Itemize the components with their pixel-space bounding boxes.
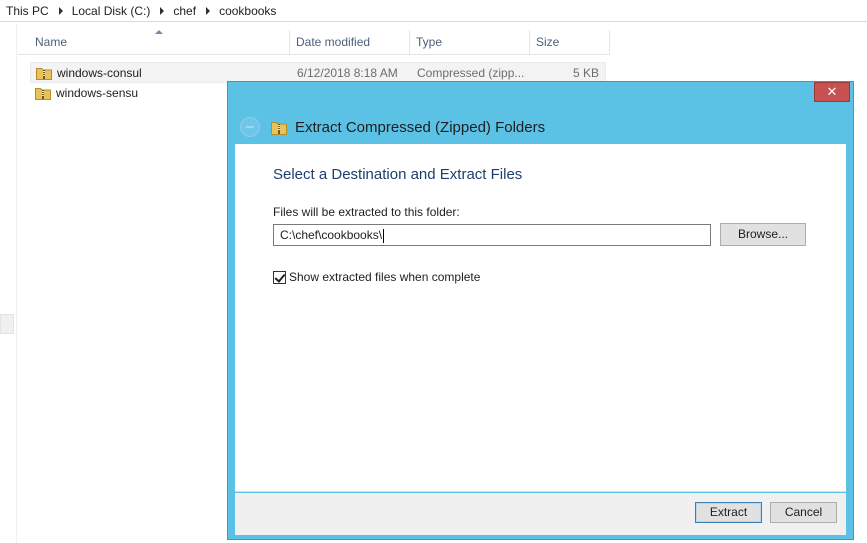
zip-folder-icon <box>35 88 51 100</box>
file-list: Name Date modified Type Size windows-con… <box>18 30 610 100</box>
destination-path-input[interactable]: C:\chef\cookbooks\ <box>273 224 711 246</box>
dialog-title-bar: Extract Compressed (Zipped) Folders <box>240 116 545 138</box>
show-files-label[interactable]: Show extracted files when complete <box>289 270 480 284</box>
show-files-checkbox[interactable] <box>273 270 286 284</box>
column-header-type[interactable]: Type <box>410 30 530 55</box>
breadcrumb-item-this-pc[interactable]: This PC <box>6 4 49 18</box>
zip-folder-icon <box>36 68 52 80</box>
sort-ascending-icon <box>155 30 163 34</box>
text-caret <box>383 228 385 243</box>
back-arrow-icon[interactable] <box>240 117 260 137</box>
file-name: windows-consul <box>57 66 142 80</box>
chevron-right-icon[interactable] <box>58 6 63 15</box>
close-icon: ✕ <box>826 84 838 99</box>
column-header-size[interactable]: Size <box>530 30 610 55</box>
dialog-heading: Select a Destination and Extract Files <box>273 166 523 183</box>
close-button[interactable]: ✕ <box>814 82 850 102</box>
column-header-name[interactable]: Name <box>18 30 290 55</box>
file-name: windows-sensu <box>56 86 139 100</box>
breadcrumb-item-chef[interactable]: chef <box>173 4 196 18</box>
cancel-button[interactable]: Cancel <box>770 502 837 523</box>
column-header-date[interactable]: Date modified <box>290 30 410 55</box>
breadcrumb-item-local-disk[interactable]: Local Disk (C:) <box>72 4 151 18</box>
destination-label: Files will be extracted to this folder: <box>273 205 460 219</box>
chevron-right-icon[interactable] <box>206 6 211 15</box>
column-header-row: Name Date modified Type Size <box>18 30 610 55</box>
breadcrumb-item-cookbooks[interactable]: cookbooks <box>219 4 276 18</box>
file-row[interactable]: windows-consul 6/12/2018 8:18 AM Compres… <box>30 62 606 83</box>
dialog-footer: Extract Cancel <box>235 493 846 535</box>
browse-button[interactable]: Browse... <box>720 223 806 246</box>
breadcrumb: This PC Local Disk (C:) chef cookbooks <box>0 0 867 22</box>
destination-path-value: C:\chef\cookbooks\ <box>280 228 383 242</box>
dialog-title: Extract Compressed (Zipped) Folders <box>295 118 546 136</box>
dialog-content: Select a Destination and Extract Files F… <box>235 144 846 492</box>
chevron-right-icon[interactable] <box>160 6 165 15</box>
file-row[interactable]: windows-sensu <box>30 83 230 104</box>
show-files-option: Show extracted files when complete <box>273 270 480 284</box>
extract-dialog: ✕ Extract Compressed (Zipped) Folders Se… <box>227 81 854 540</box>
column-header-name-label: Name <box>35 35 68 49</box>
extract-button[interactable]: Extract <box>695 502 762 523</box>
zip-folder-icon <box>271 122 287 135</box>
scrollbar-thumb[interactable] <box>0 314 14 334</box>
navigation-pane <box>0 23 17 543</box>
